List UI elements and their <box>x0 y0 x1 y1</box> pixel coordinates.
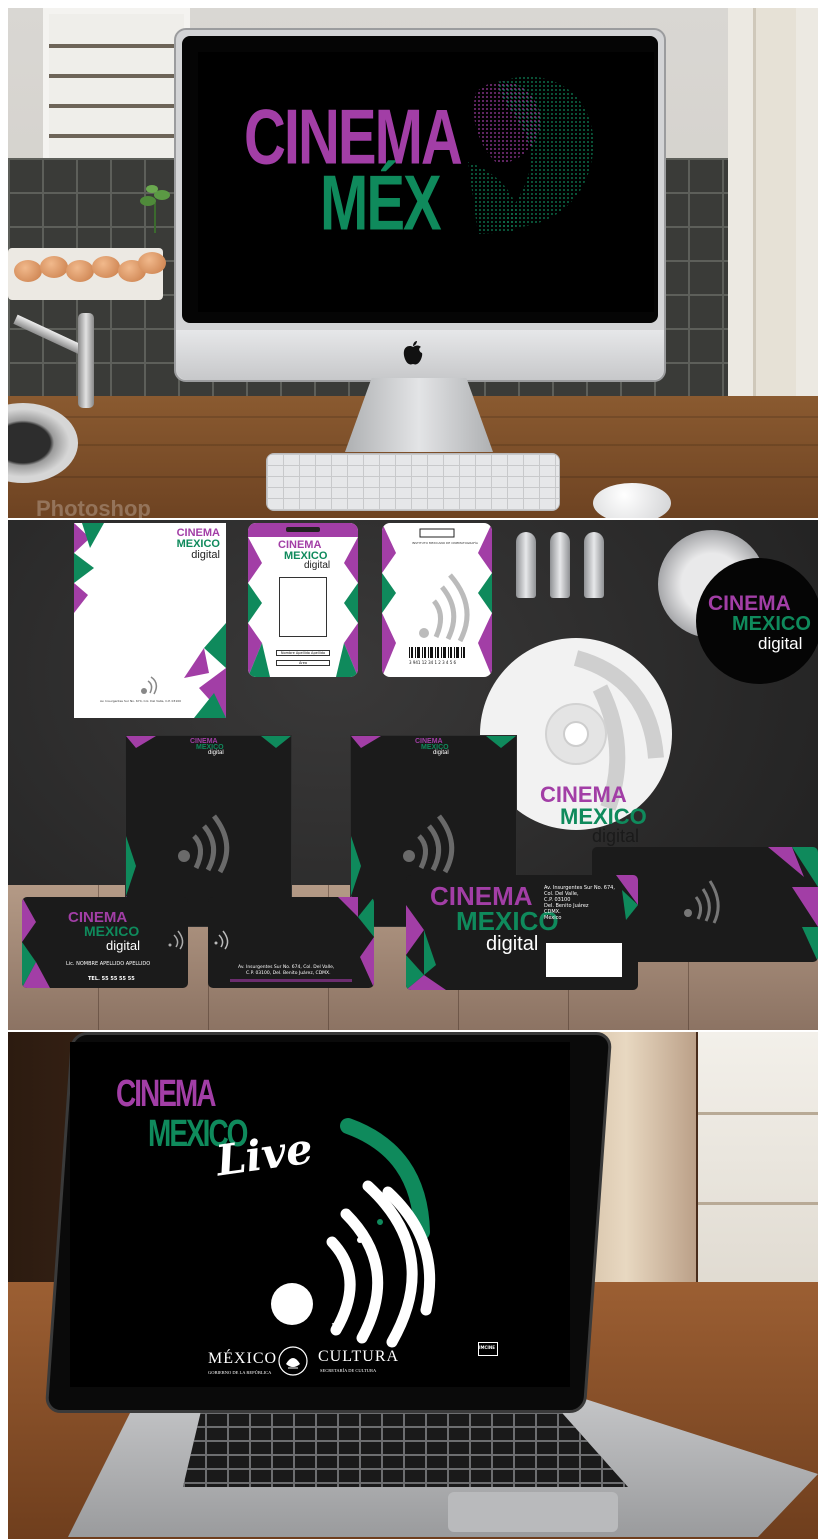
signal-logo-icon <box>141 676 158 695</box>
business-card-front: CINEMA MEXICO digital Lic. NOMBRE APELLI… <box>22 897 188 988</box>
footer-cultura-title: CULTURA <box>318 1348 400 1365</box>
letterhead-footer: Av. Insurgentes Sur No. 674, Col. Del Va… <box>100 699 182 703</box>
usb-drive-1 <box>516 532 536 598</box>
imac-screen: CINEMA MÉX <box>198 52 654 312</box>
footer-mexico-title: MÉXICO <box>208 1350 278 1367</box>
id-photo-box <box>279 577 327 637</box>
barcode <box>409 647 465 658</box>
imac-computer: CINEMA MÉX <box>174 28 666 382</box>
pin-brand-mexico: MEXICO <box>732 613 811 635</box>
letterhead-brand-digital: digital <box>191 549 220 561</box>
folder2-brand-digital: digital <box>433 750 449 756</box>
apple-logo-icon <box>403 341 423 365</box>
screen-title-mex: MÉX <box>320 159 442 248</box>
pin-brand-digital: digital <box>758 634 803 653</box>
footer-mexico-sub: GOBIERNO DE LA REPÚBLICA <box>208 1370 272 1375</box>
cd-brand-digital: digital <box>592 826 640 846</box>
laptop-screen: CINEMA MEXICO Live MÉXICO GOBIERNO DE LA… <box>70 1042 570 1387</box>
usb-drive-2 <box>550 532 570 598</box>
keyboard <box>266 453 560 511</box>
envelope-front: CINEMA MEXICO digital Av. Insurgentes Su… <box>406 875 638 990</box>
env-brand-digital: digital <box>486 933 539 955</box>
id-brand-digital: digital <box>304 560 331 571</box>
id-area-field: Área <box>276 660 330 666</box>
magic-mouse <box>593 483 671 518</box>
bc-back-address-1: Av. Insurgentes Sur No. 674, Col. Del Va… <box>238 965 335 970</box>
business-card-back: Av. Insurgentes Sur No. 674, Col. Del Va… <box>208 897 374 988</box>
id-card-back: INSTITUTO MEXICANO DE CINEMATOGRAFÍA 3 9… <box>382 523 492 677</box>
plant-icon <box>140 185 170 233</box>
faucet <box>78 313 94 408</box>
bc-brand-mexico: MEXICO <box>84 923 140 939</box>
env-address-block: Av. Insurgentes Sur No. 674, Col. Del Va… <box>544 885 615 921</box>
egg-tray <box>8 248 166 300</box>
bc-name: Lic. NOMBRE APELLIDO APELLIDO <box>66 961 151 967</box>
id-institute-name: INSTITUTO MEXICANO DE CINEMATOGRAFÍA <box>412 541 478 545</box>
bc-back-address-2: C.P. 03100, Del. Benito Juárez, CDMX. <box>246 971 331 976</box>
usb-drive-3 <box>584 532 604 598</box>
stationery-mockup-panel: CINEMA MEXICO digital Av. Insurgentes Su… <box>8 520 818 1030</box>
id-card-front: CINEMA MEXICO digital Nombre Apellido Ap… <box>248 523 358 677</box>
footer-cultura-sub: SECRETARÍA DE CULTURA <box>320 1368 377 1373</box>
coat-of-arms-icon <box>278 1346 308 1376</box>
imac-chin <box>176 330 664 380</box>
letterhead-sheet: CINEMA MEXICO digital Av. Insurgentes Su… <box>74 523 226 718</box>
bc-tel: TEL. 55 55 55 55 <box>88 976 135 982</box>
laptop-keyboard <box>183 1412 628 1487</box>
watermark-text: Photoshop <box>36 496 151 518</box>
bc-brand-digital: digital <box>106 938 140 953</box>
imac-bezel: CINEMA MÉX <box>182 36 658 323</box>
barcode-number: 3 941 12 34 1 2 3 4 5 6 <box>409 660 457 665</box>
laptop-mockup-panel: CINEMA MEXICO Live MÉXICO GOBIERNO DE LA… <box>8 1032 818 1539</box>
folder1-brand-digital: digital <box>208 750 224 756</box>
env-address-line: México <box>544 915 562 921</box>
live-brand-cinema: CINEMA <box>116 1072 216 1114</box>
imac-mockup-panel: CINEMA MÉX Photoshop <box>8 8 818 518</box>
laptop-trackpad <box>448 1492 618 1532</box>
id-name-field: Nombre Apellido Apellido <box>276 650 330 656</box>
imcine-logo-text: IMCINE <box>479 1345 495 1350</box>
